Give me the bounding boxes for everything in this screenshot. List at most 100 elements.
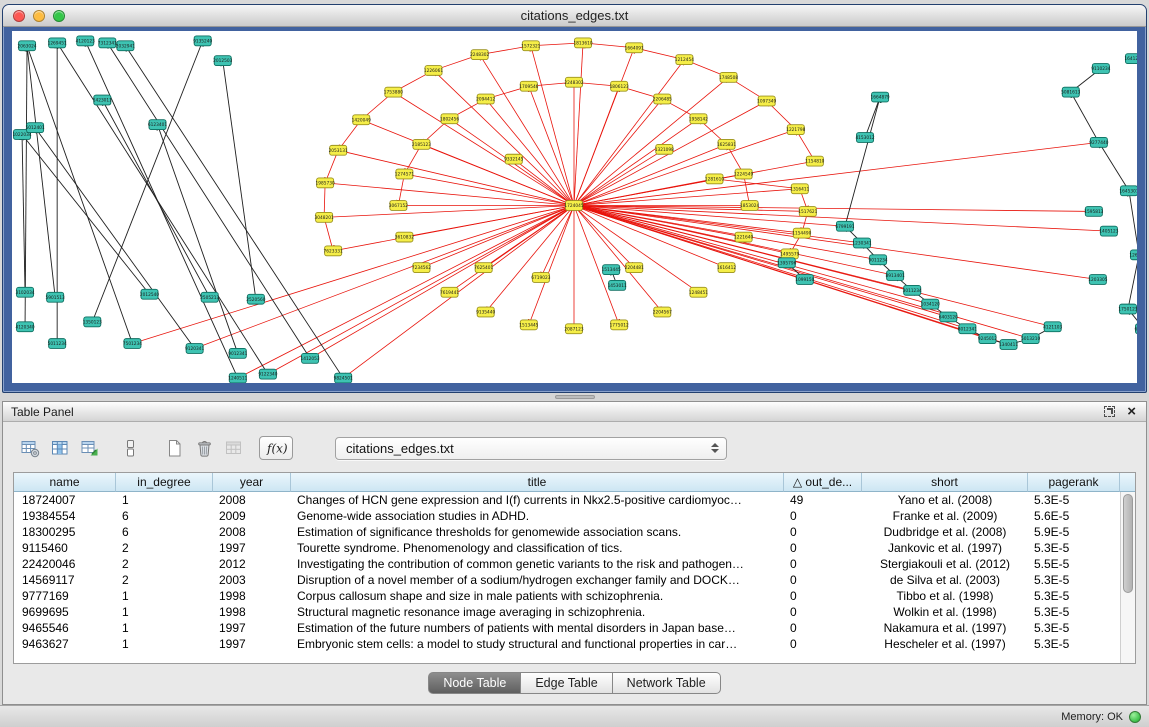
graph-edge[interactable]	[574, 99, 662, 205]
graph-edge[interactable]	[361, 120, 574, 206]
graph-node[interactable]: 9135440	[476, 307, 495, 317]
graph-node[interactable]: 1412053	[300, 353, 319, 363]
graph-edge[interactable]	[529, 206, 574, 325]
graph-node[interactable]: 9122340	[258, 369, 277, 379]
graph-edge[interactable]	[238, 206, 574, 379]
float-panel-icon[interactable]	[1104, 406, 1115, 417]
graph-node[interactable]: 1395796	[777, 258, 796, 268]
graph-node[interactable]: 1248451	[689, 287, 708, 297]
graph-node[interactable]: 3067152	[389, 201, 408, 211]
graph-node[interactable]: 2204567	[653, 307, 672, 317]
panel-splitter[interactable]	[0, 393, 1149, 401]
graph-node[interactable]: 1269451	[48, 38, 67, 48]
table-row[interactable]: 1872400712008Changes of HCN gene express…	[14, 492, 1120, 508]
graph-node[interactable]: 1240511	[228, 373, 247, 383]
graph-edge[interactable]	[223, 61, 256, 300]
graph-node[interactable]: 2087123	[564, 324, 583, 334]
graph-node[interactable]: 1750123	[1118, 304, 1137, 314]
graph-node[interactable]: 1099150	[795, 275, 814, 285]
graph-node[interactable]: 2204481	[625, 263, 644, 273]
graph-edge[interactable]	[433, 70, 573, 205]
graph-edge[interactable]	[574, 130, 796, 206]
graph-edge[interactable]	[325, 183, 574, 206]
graph-node[interactable]: 1274571	[395, 169, 414, 179]
graph-node[interactable]: 9245012	[978, 334, 997, 344]
graph-node[interactable]: 1645301	[1119, 186, 1137, 196]
graph-edge[interactable]	[574, 206, 1094, 212]
graph-edge[interactable]	[486, 99, 574, 205]
graph-node[interactable]: 1321098	[655, 144, 674, 154]
graph-edge[interactable]	[195, 206, 574, 349]
table-row[interactable]: 977716911998Corpus callosum shape and si…	[14, 588, 1120, 604]
graph-node[interactable]: 1641203	[1124, 54, 1137, 64]
graph-node[interactable]: 3102034	[15, 287, 34, 297]
graph-node[interactable]: 1405123	[1099, 226, 1118, 236]
graph-edge[interactable]	[529, 86, 574, 205]
table-row[interactable]: 911546021997Tourette syndrome. Phenomeno…	[14, 540, 1120, 556]
tab-network-table[interactable]: Network Table	[613, 672, 721, 694]
table-row[interactable]: 969969511998Structural magnetic resonanc…	[14, 604, 1120, 620]
column-header-short[interactable]: short	[862, 473, 1028, 492]
graph-node[interactable]: 1224549	[734, 169, 753, 179]
graph-edge[interactable]	[35, 128, 195, 349]
graph-node[interactable]: 2094412	[476, 94, 495, 104]
graph-node[interactable]: 1517621	[798, 207, 817, 217]
graph-node[interactable]: 1853024	[740, 201, 759, 211]
graph-node[interactable]: 1958142	[689, 114, 708, 124]
graph-edge[interactable]	[132, 206, 574, 344]
graph-node[interactable]: 8012341	[958, 324, 977, 334]
graph-node[interactable]: 7312341	[98, 38, 117, 48]
graph-edge[interactable]	[92, 41, 202, 322]
graph-node[interactable]: 1813610	[573, 38, 592, 48]
window-titlebar[interactable]: citations_edges.txt	[3, 5, 1146, 27]
graph-node[interactable]: 9824501	[334, 373, 353, 383]
table-row[interactable]: 946362711997Embryonic stem cells: a mode…	[14, 636, 1120, 652]
graph-node[interactable]: 2012503	[213, 56, 232, 66]
graph-edge[interactable]	[531, 46, 574, 206]
graph-node[interactable]: 1340411	[999, 340, 1018, 350]
graph-node[interactable]: 1775012	[610, 320, 629, 330]
graph-node[interactable]: 1748508	[719, 72, 738, 82]
graph-edge[interactable]	[845, 97, 880, 226]
graph-node[interactable]: 1572321	[521, 41, 540, 51]
graph-edge[interactable]	[574, 206, 878, 260]
graph-edge[interactable]	[1071, 92, 1099, 142]
graph-edge[interactable]	[324, 206, 574, 218]
export-table-button[interactable]	[75, 434, 105, 462]
network-selector[interactable]: citations_edges.txt	[335, 437, 727, 460]
graph-node[interactable]: 3011234	[903, 285, 922, 295]
import-table-button[interactable]	[219, 434, 249, 462]
graph-node[interactable]: 6123401	[148, 120, 167, 130]
graph-node[interactable]: 1709546	[519, 81, 538, 91]
close-panel-icon[interactable]: ×	[1127, 406, 1136, 417]
graph-node[interactable]: 2206485	[653, 94, 672, 104]
graph-node[interactable]: 7625401	[474, 263, 493, 273]
graph-node[interactable]: 5081613	[1061, 87, 1080, 97]
graph-node[interactable]: 1203305	[1088, 275, 1107, 285]
graph-node[interactable]: 1230341	[852, 238, 871, 248]
graph-edge[interactable]	[27, 46, 132, 344]
graph-edge[interactable]	[1129, 191, 1137, 255]
graph-node[interactable]: 1513445	[519, 320, 538, 330]
vertical-scrollbar[interactable]	[1120, 492, 1135, 663]
splitter-grip-icon[interactable]	[555, 395, 595, 399]
graph-node[interactable]: 1985730	[316, 178, 335, 188]
graph-node[interactable]: 6403120	[939, 312, 958, 322]
graph-edge[interactable]	[574, 206, 1009, 345]
graph-node[interactable]: 2520560	[246, 294, 265, 304]
graph-edge[interactable]	[27, 46, 55, 297]
graph-edge[interactable]	[107, 43, 310, 359]
table-row[interactable]: 1830029562008Estimation of significance …	[14, 524, 1120, 540]
table-row[interactable]: 2242004622012Investigating the contribut…	[14, 556, 1120, 572]
graph-node[interactable]: 9277440	[1089, 137, 1108, 147]
graph-edge[interactable]	[268, 206, 574, 375]
graph-node[interactable]: 2248302	[564, 77, 583, 87]
graph-node[interactable]: 1212454	[675, 55, 694, 65]
graph-node[interactable]: 1154810	[805, 156, 824, 166]
graph-edge[interactable]	[1128, 255, 1137, 309]
row-tools-button[interactable]	[115, 434, 145, 462]
graph-node[interactable]: 2012540	[140, 289, 159, 299]
graph-node[interactable]: 1154490	[792, 228, 811, 238]
tab-node-table[interactable]: Node Table	[428, 672, 521, 694]
graph-node[interactable]: 4120340	[15, 322, 34, 332]
